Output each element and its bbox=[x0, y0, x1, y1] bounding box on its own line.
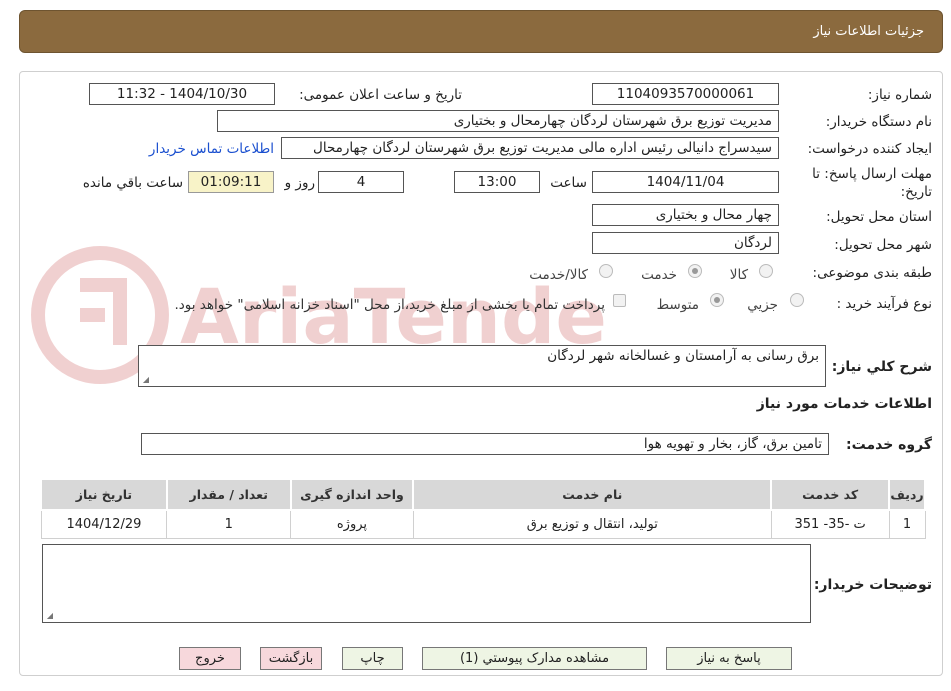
col-unit: واحد اندازه گیری bbox=[289, 478, 415, 511]
reply-button[interactable]: پاسخ به نیاز bbox=[666, 647, 792, 670]
deadline-date-field: 1404/11/04 bbox=[592, 171, 779, 193]
summary-text: برق رسانی به آرامستان و غسالخانه شهر لرد… bbox=[547, 348, 819, 364]
back-button[interactable]: بازگشت bbox=[260, 647, 322, 670]
summary-field: برق رسانی به آرامستان و غسالخانه شهر لرد… bbox=[138, 345, 826, 387]
remaining-label: ساعت باقي مانده bbox=[82, 175, 183, 191]
buyer-label: نام دستگاه خریدار: bbox=[825, 114, 932, 130]
page-title: جزئیات اطلاعات نیاز bbox=[813, 24, 924, 39]
resize-grip-icon[interactable]: ◢ bbox=[45, 612, 53, 620]
category-option-goods: کالا bbox=[729, 267, 748, 283]
col-row-number: ردیف bbox=[888, 478, 926, 511]
province-field: چهار محال و بختیاری bbox=[592, 204, 779, 226]
services-section-title: اطلاعات خدمات مورد نیاز bbox=[756, 396, 932, 412]
category-radio-goods-service[interactable] bbox=[599, 264, 613, 278]
process-option-medium: متوسط bbox=[656, 297, 699, 313]
days-label: روز و bbox=[284, 175, 315, 191]
category-option-service: خدمت bbox=[641, 267, 677, 283]
remaining-time-field: 01:09:11 bbox=[188, 171, 274, 193]
buyer-notes-label: توضیحات خریدار: bbox=[813, 577, 932, 593]
exit-button[interactable]: خروج bbox=[179, 647, 241, 670]
treasury-payment-checkbox[interactable] bbox=[613, 294, 626, 307]
province-label: استان محل تحویل: bbox=[826, 209, 932, 225]
category-radio-goods[interactable] bbox=[759, 264, 773, 278]
category-label: طبقه بندی موضوعی: bbox=[812, 265, 932, 281]
creator-label: ایجاد کننده درخواست: bbox=[807, 141, 932, 157]
deadline-hour-label: ساعت bbox=[550, 175, 587, 191]
need-number-label: شماره نیاز: bbox=[867, 87, 932, 103]
table-header-row: ردیف کد خدمت نام خدمت واحد اندازه گیری ت… bbox=[40, 478, 926, 511]
city-field: لردگان bbox=[592, 232, 779, 254]
resize-grip-icon[interactable]: ◢ bbox=[141, 376, 149, 384]
print-button[interactable]: چاپ bbox=[342, 647, 403, 670]
col-need-date: تاریخ نیاز bbox=[40, 478, 168, 511]
table-row[interactable]: 1 ت -35- 351 تولید، انتقال و توزیع برق پ… bbox=[40, 509, 926, 539]
deadline-date-label: تاریخ: bbox=[900, 184, 932, 200]
cell-quantity: 1 bbox=[166, 509, 292, 539]
process-option-minor: جزیي bbox=[747, 297, 778, 313]
category-option-goods-service: کالا/خدمت bbox=[529, 267, 588, 283]
cell-unit: پروژه bbox=[290, 509, 414, 539]
announce-datetime-field: 1404/10/30 - 11:32 bbox=[89, 83, 275, 105]
cell-need-date: 1404/12/29 bbox=[40, 509, 168, 539]
page-header: جزئیات اطلاعات نیاز bbox=[19, 10, 943, 53]
category-radio-service[interactable] bbox=[688, 264, 702, 278]
process-label: نوع فرآیند خرید : bbox=[836, 296, 932, 312]
cell-service-name: تولید، انتقال و توزیع برق bbox=[412, 509, 772, 539]
col-service-name: نام خدمت bbox=[412, 478, 773, 511]
need-number-field: 1104093570000061 bbox=[592, 83, 779, 105]
cell-service-code: ت -35- 351 bbox=[770, 509, 890, 539]
buyer-contact-link[interactable]: اطلاعات تماس خریدار bbox=[149, 141, 274, 157]
deadline-time-field: 13:00 bbox=[454, 171, 540, 193]
creator-field: سیدسراج دانیالی رئیس اداره مالی مدیریت ت… bbox=[281, 137, 779, 159]
deadline-label: مهلت ارسال پاسخ: تا bbox=[812, 166, 932, 182]
process-radio-medium[interactable] bbox=[710, 293, 724, 307]
buyer-notes-field[interactable]: ◢ bbox=[42, 544, 811, 623]
payment-note: پرداخت تمام یا بخشی از مبلغ خرید،از محل … bbox=[174, 297, 605, 313]
buyer-field: مدیریت توزیع برق شهرستان لردگان چهارمحال… bbox=[217, 110, 779, 132]
service-group-field: تامین برق، گاز، بخار و تهویه هوا bbox=[141, 433, 829, 455]
services-table: ردیف کد خدمت نام خدمت واحد اندازه گیری ت… bbox=[40, 478, 926, 539]
city-label: شهر محل تحویل: bbox=[834, 237, 932, 253]
col-service-code: کد خدمت bbox=[770, 478, 891, 511]
days-remaining-field: 4 bbox=[318, 171, 404, 193]
announce-label: تاریخ و ساعت اعلان عمومی: bbox=[299, 87, 462, 103]
cell-row-number: 1 bbox=[888, 509, 926, 539]
summary-label: شرح کلي نیاز: bbox=[831, 359, 932, 375]
process-radio-minor[interactable] bbox=[790, 293, 804, 307]
service-group-label: گروه خدمت: bbox=[846, 437, 932, 453]
view-attachments-button[interactable]: مشاهده مدارک پیوستي (1) bbox=[422, 647, 647, 670]
col-quantity: تعداد / مقدار bbox=[165, 478, 292, 511]
